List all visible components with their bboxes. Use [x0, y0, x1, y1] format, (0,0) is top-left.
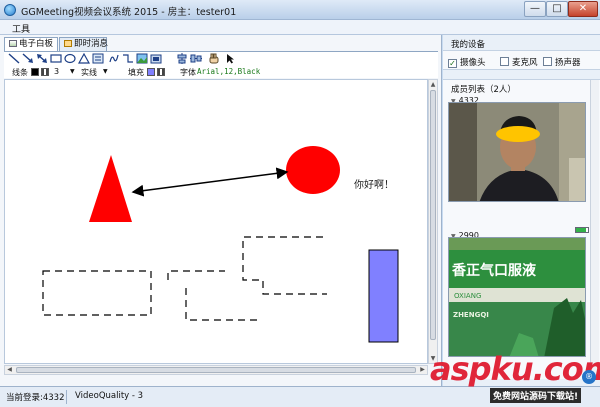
right-panel: 我的设备 ✓ 摄像头 麦克风 扬声器 成员列表（2人） ▼ 4332 ▼ 2990: [443, 35, 600, 386]
watermark-badge-icon: ®: [582, 370, 596, 384]
red-triangle-shape[interactable]: [89, 155, 132, 222]
menu-tools[interactable]: 工具: [12, 22, 30, 35]
product-label-text: 香正气口服液: [451, 262, 537, 279]
title-bar: GGMeeting视频会议系统 2015 - 房主：tester01 — □ ✕: [0, 0, 600, 20]
filled-rectangle-shape[interactable]: [368, 249, 399, 343]
scroll-left-icon[interactable]: ◀: [5, 366, 14, 374]
speaker-check-icon: [543, 57, 552, 66]
font-value[interactable]: Arial,12,Black: [197, 67, 260, 76]
camera-checkbox[interactable]: ✓ 摄像头: [448, 56, 486, 68]
align-icon[interactable]: [176, 53, 188, 64]
video-feed-2990[interactable]: 香正气口服液 OXIANG ZHENGQI: [448, 237, 586, 357]
vertical-scrollbar[interactable]: ▲ ▼: [428, 79, 438, 364]
audio-level-bar: [575, 227, 589, 233]
site-watermark: aspku.com ® 免费网站源码下载站!: [430, 350, 600, 407]
double-arrow-icon[interactable]: [36, 53, 48, 64]
members-title: 成员列表（2人）: [451, 85, 516, 95]
picture-icon[interactable]: [136, 53, 148, 64]
audio-level-fill: [576, 228, 586, 232]
vertical-scroll-thumb[interactable]: [430, 90, 436, 340]
fill-label: 填充: [128, 68, 144, 77]
rectangle-icon[interactable]: [50, 53, 62, 64]
menu-bar: 工具: [0, 20, 600, 35]
line-width-value[interactable]: 3: [54, 67, 59, 76]
member-list: 成员列表（2人） ▼ 4332 ▼ 2990 香正气口服液 OXIANG ZHE…: [443, 79, 600, 380]
dashed-rectangle-shape[interactable]: [42, 270, 152, 316]
watermark-logo: aspku.com: [430, 350, 600, 388]
image-tool-icon[interactable]: [92, 53, 104, 64]
webcam-image: [449, 103, 585, 201]
drawing-toolbar: [4, 51, 438, 65]
face-mask-shape: [496, 126, 540, 142]
scroll-right-icon[interactable]: ▶: [418, 366, 427, 374]
cursor-icon[interactable]: [224, 53, 236, 64]
properties-bar: 线条 3 ▼ 实线 ▼ 填充 字体 Arial,12,Black: [4, 65, 438, 78]
product-label-line2: OXIANG: [454, 292, 481, 300]
screenshot-icon[interactable]: [150, 53, 162, 64]
tab-whiteboard-label: 电子白板: [19, 39, 54, 49]
app-logo-icon: [4, 4, 16, 16]
current-login-status: 当前登录:4332: [6, 393, 65, 403]
line-label: 线条: [12, 68, 28, 77]
message-icon: [64, 40, 72, 47]
distribute-icon[interactable]: [190, 53, 202, 64]
whiteboard-panel: 电子白板 即时消息 线条 3 ▼ 实线 ▼ 填充 字体 Arial,12,Bla…: [0, 35, 442, 386]
font-label: 字体: [180, 68, 196, 77]
elbow-line-icon[interactable]: [122, 53, 134, 64]
double-arrow-shape[interactable]: [131, 167, 289, 197]
horizontal-scrollbar[interactable]: ◀ ▶: [4, 365, 428, 375]
triangle-icon[interactable]: [78, 53, 90, 64]
speaker-checkbox[interactable]: 扬声器: [543, 56, 581, 68]
status-divider: [66, 390, 67, 404]
dashed-step-line-shape[interactable]: [242, 236, 327, 295]
line-style-dropdown-icon[interactable]: ▼: [103, 68, 108, 75]
minimize-button[interactable]: —: [524, 1, 546, 17]
dashed-elbow-line-shape[interactable]: [167, 270, 225, 280]
red-circle-shape[interactable]: [286, 146, 340, 194]
whiteboard-canvas[interactable]: 你好啊！: [4, 79, 428, 364]
tab-chat-label: 即时消息: [74, 39, 109, 49]
video-feed-4332[interactable]: [448, 102, 586, 202]
microphone-label: 麦克风: [512, 58, 538, 68]
dashed-elbow-line-shape[interactable]: [185, 288, 259, 321]
video-quality-status: VideoQuality - 3: [75, 391, 144, 401]
close-button[interactable]: ✕: [568, 1, 598, 17]
tab-instant-message[interactable]: 即时消息: [59, 37, 109, 51]
speaker-label: 扬声器: [555, 58, 581, 68]
line-color-picker-icon[interactable]: [41, 68, 49, 76]
webcam-image: 香正气口服液 OXIANG ZHENGQI: [449, 238, 585, 356]
microphone-check-icon: [500, 57, 509, 66]
arrow-icon[interactable]: [22, 53, 34, 64]
member-list-scrollbar[interactable]: [590, 80, 599, 380]
line-color-swatch[interactable]: [31, 68, 39, 76]
camera-label: 摄像头: [460, 58, 486, 68]
freehand-icon[interactable]: [108, 53, 120, 64]
canvas-text-annotation[interactable]: 你好啊！: [354, 176, 394, 191]
microphone-checkbox[interactable]: 麦克风: [500, 56, 538, 68]
window-title: GGMeeting视频会议系统 2015 - 房主：tester01: [21, 7, 237, 18]
ellipse-icon[interactable]: [64, 53, 76, 64]
horizontal-scroll-thumb[interactable]: [16, 367, 416, 373]
tab-whiteboard[interactable]: 电子白板: [4, 37, 58, 51]
line-style-value[interactable]: 实线: [81, 67, 97, 78]
whiteboard-icon: [9, 40, 17, 47]
line-icon[interactable]: [8, 53, 20, 64]
device-list: ✓ 摄像头 麦克风 扬声器: [443, 50, 600, 70]
camera-check-icon: ✓: [448, 59, 457, 68]
hand-icon[interactable]: [208, 53, 220, 64]
fill-color-picker-icon[interactable]: [157, 68, 165, 76]
watermark-tagline: 免费网站源码下载站!: [490, 388, 582, 403]
fill-color-swatch[interactable]: [147, 68, 155, 76]
scroll-up-icon[interactable]: ▲: [429, 80, 437, 89]
line-width-dropdown-icon[interactable]: ▼: [70, 68, 75, 75]
devices-title: 我的设备: [451, 40, 486, 50]
maximize-button[interactable]: □: [546, 1, 568, 17]
product-label-line3: ZHENGQI: [453, 311, 489, 319]
